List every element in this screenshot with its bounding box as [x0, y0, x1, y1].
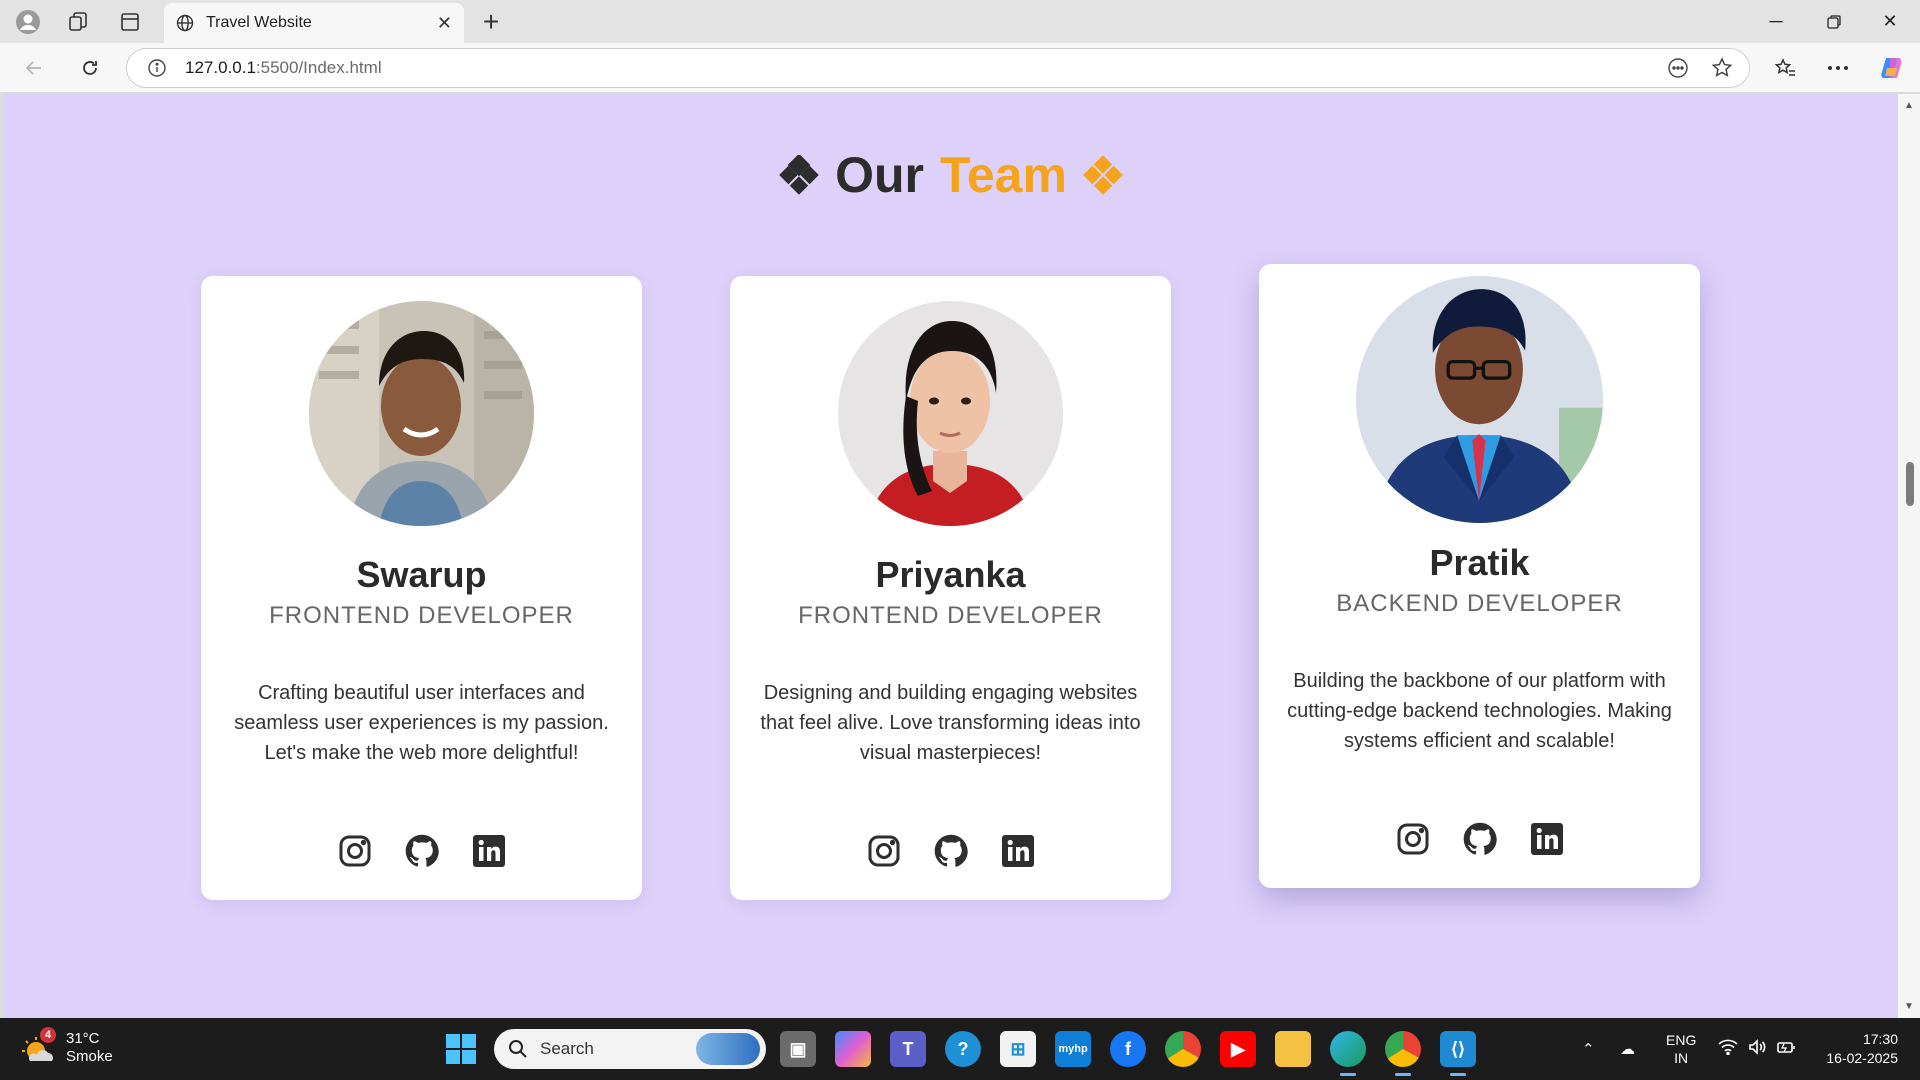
member-role: FRONTEND DEVELOPER [269, 602, 574, 629]
browser-toolbar: 127.0.0.1:5500/Index.html [0, 43, 1920, 93]
tab-title: Travel Website [206, 14, 312, 31]
social-links [1259, 822, 1700, 856]
weather-widget[interactable]: 4 31°C Smoke [22, 1027, 113, 1066]
weather-badge: 4 [40, 1027, 56, 1043]
member-bio: Building the backbone of our platform wi… [1287, 670, 1672, 752]
member-bio: Designing and building engaging websites… [760, 682, 1141, 764]
member-name: Swarup [356, 554, 487, 595]
github-icon[interactable] [405, 834, 439, 868]
diamond-orange-icon [1083, 155, 1123, 195]
clock-time: 17:30 [1862, 1031, 1898, 1047]
site-info-icon[interactable] [147, 58, 167, 78]
volume-icon [1748, 1039, 1766, 1059]
new-tab-button[interactable]: + [474, 6, 508, 38]
favorites-icon[interactable] [1767, 52, 1803, 84]
member-role: FRONTEND DEVELOPER [798, 602, 1103, 629]
teams-icon[interactable]: T [890, 1031, 926, 1067]
wifi-icon [1718, 1039, 1738, 1059]
facebook-icon[interactable]: f [1110, 1031, 1146, 1067]
weather-sun-icon: 4 [22, 1027, 56, 1065]
vertical-tabs-icon[interactable] [110, 6, 150, 38]
globe-icon [176, 14, 194, 32]
search-highlight-image [696, 1033, 760, 1065]
title-word-team: Team [940, 147, 1067, 203]
url-text: 127.0.0.1:5500/Index.html [185, 58, 382, 77]
linkedin-icon[interactable] [1530, 822, 1564, 856]
team-card-pratik: Pratik BACKEND DEVELOPER Building the ba… [1259, 264, 1700, 888]
copilot-icon[interactable] [1874, 52, 1910, 84]
store-icon[interactable]: ⊞ [1000, 1031, 1036, 1067]
instagram-icon[interactable] [867, 834, 901, 868]
language-indicator[interactable]: ENG IN [1666, 1018, 1696, 1080]
section-title: Our Team [4, 146, 1898, 204]
tab-travel-website[interactable]: Travel Website ✕ [164, 3, 464, 43]
edge-icon[interactable] [1330, 1031, 1366, 1076]
scroll-up-arrow-icon[interactable]: ▲ [1904, 100, 1914, 111]
refresh-button[interactable] [72, 52, 108, 84]
member-bio: Crafting beautiful user interfaces and s… [234, 682, 609, 764]
scroll-down-arrow-icon[interactable]: ▼ [1904, 1001, 1914, 1012]
lang-line-1: ENG [1666, 1032, 1697, 1048]
help-icon[interactable]: ? [945, 1031, 981, 1067]
lang-line-2: IN [1674, 1050, 1689, 1066]
page-scrollbar[interactable]: ▲ ▼ [1898, 94, 1920, 1018]
copilot-app-icon[interactable] [835, 1031, 871, 1067]
read-aloud-icon[interactable] [1667, 57, 1689, 79]
social-links [730, 834, 1171, 868]
onedrive-icon[interactable]: ☁ [1620, 1018, 1635, 1080]
tray-overflow-icon[interactable]: ⌃ [1582, 1018, 1595, 1080]
windows-taskbar: 4 31°C Smoke Search ▣ T ? ⊞ myhp f ▶ ⟨⟩ … [0, 1018, 1920, 1080]
workspaces-icon[interactable] [58, 6, 98, 38]
weather-desc: Smoke [66, 1048, 113, 1065]
page-viewport: Our Team Swarup FRONTEND DEVELOPER Craft… [4, 94, 1898, 1018]
clock-date: 16-02-2025 [1826, 1050, 1898, 1066]
linkedin-icon[interactable] [472, 834, 506, 868]
address-bar[interactable]: 127.0.0.1:5500/Index.html [126, 48, 1750, 88]
scrollbar-thumb[interactable] [1906, 462, 1914, 506]
github-icon[interactable] [934, 834, 968, 868]
task-view-icon[interactable]: ▣ [780, 1031, 816, 1067]
vscode-icon[interactable]: ⟨⟩ [1440, 1031, 1476, 1076]
browser-tab-bar: Travel Website ✕ + ─ ✕ [0, 0, 1920, 43]
search-label: Search [540, 1039, 594, 1058]
chrome-profile-icon[interactable] [1385, 1031, 1421, 1076]
search-icon [509, 1040, 527, 1058]
myhp-icon[interactable]: myhp [1055, 1031, 1091, 1067]
restore-button[interactable] [1806, 0, 1862, 43]
member-name: Pratik [1429, 542, 1530, 583]
favorite-star-icon[interactable] [1711, 57, 1733, 79]
weather-temp: 31°C [66, 1030, 100, 1047]
instagram-icon[interactable] [1396, 822, 1430, 856]
avatar-priyanka [838, 301, 1063, 526]
avatar-swarup [309, 301, 534, 526]
social-links [201, 834, 642, 868]
taskbar-search-box[interactable]: Search [494, 1029, 766, 1069]
diamond-dark-icon [779, 155, 819, 195]
file-explorer-icon[interactable] [1275, 1031, 1311, 1067]
linkedin-icon[interactable] [1001, 834, 1035, 868]
windows-start-icon[interactable] [446, 1034, 476, 1064]
system-status-icons[interactable] [1718, 1018, 1796, 1080]
instagram-icon[interactable] [338, 834, 372, 868]
minimize-button[interactable]: ─ [1748, 0, 1804, 43]
member-name: Priyanka [875, 554, 1026, 595]
youtube-icon[interactable]: ▶ [1220, 1031, 1256, 1067]
profile-icon[interactable] [8, 6, 48, 38]
chrome-icon[interactable] [1165, 1031, 1201, 1067]
back-button[interactable] [16, 52, 52, 84]
member-role: BACKEND DEVELOPER [1336, 590, 1623, 617]
team-card-priyanka: Priyanka FRONTEND DEVELOPER Designing an… [730, 276, 1171, 900]
system-clock[interactable]: 17:30 16-02-2025 [1826, 1030, 1898, 1068]
more-menu-icon[interactable] [1820, 52, 1856, 84]
battery-icon [1776, 1039, 1796, 1059]
close-window-button[interactable]: ✕ [1862, 0, 1918, 43]
team-card-swarup: Swarup FRONTEND DEVELOPER Crafting beaut… [201, 276, 642, 900]
title-word-our: Our [835, 147, 924, 203]
github-icon[interactable] [1463, 822, 1497, 856]
close-tab-icon[interactable]: ✕ [437, 13, 452, 34]
avatar-pratik [1356, 276, 1603, 523]
